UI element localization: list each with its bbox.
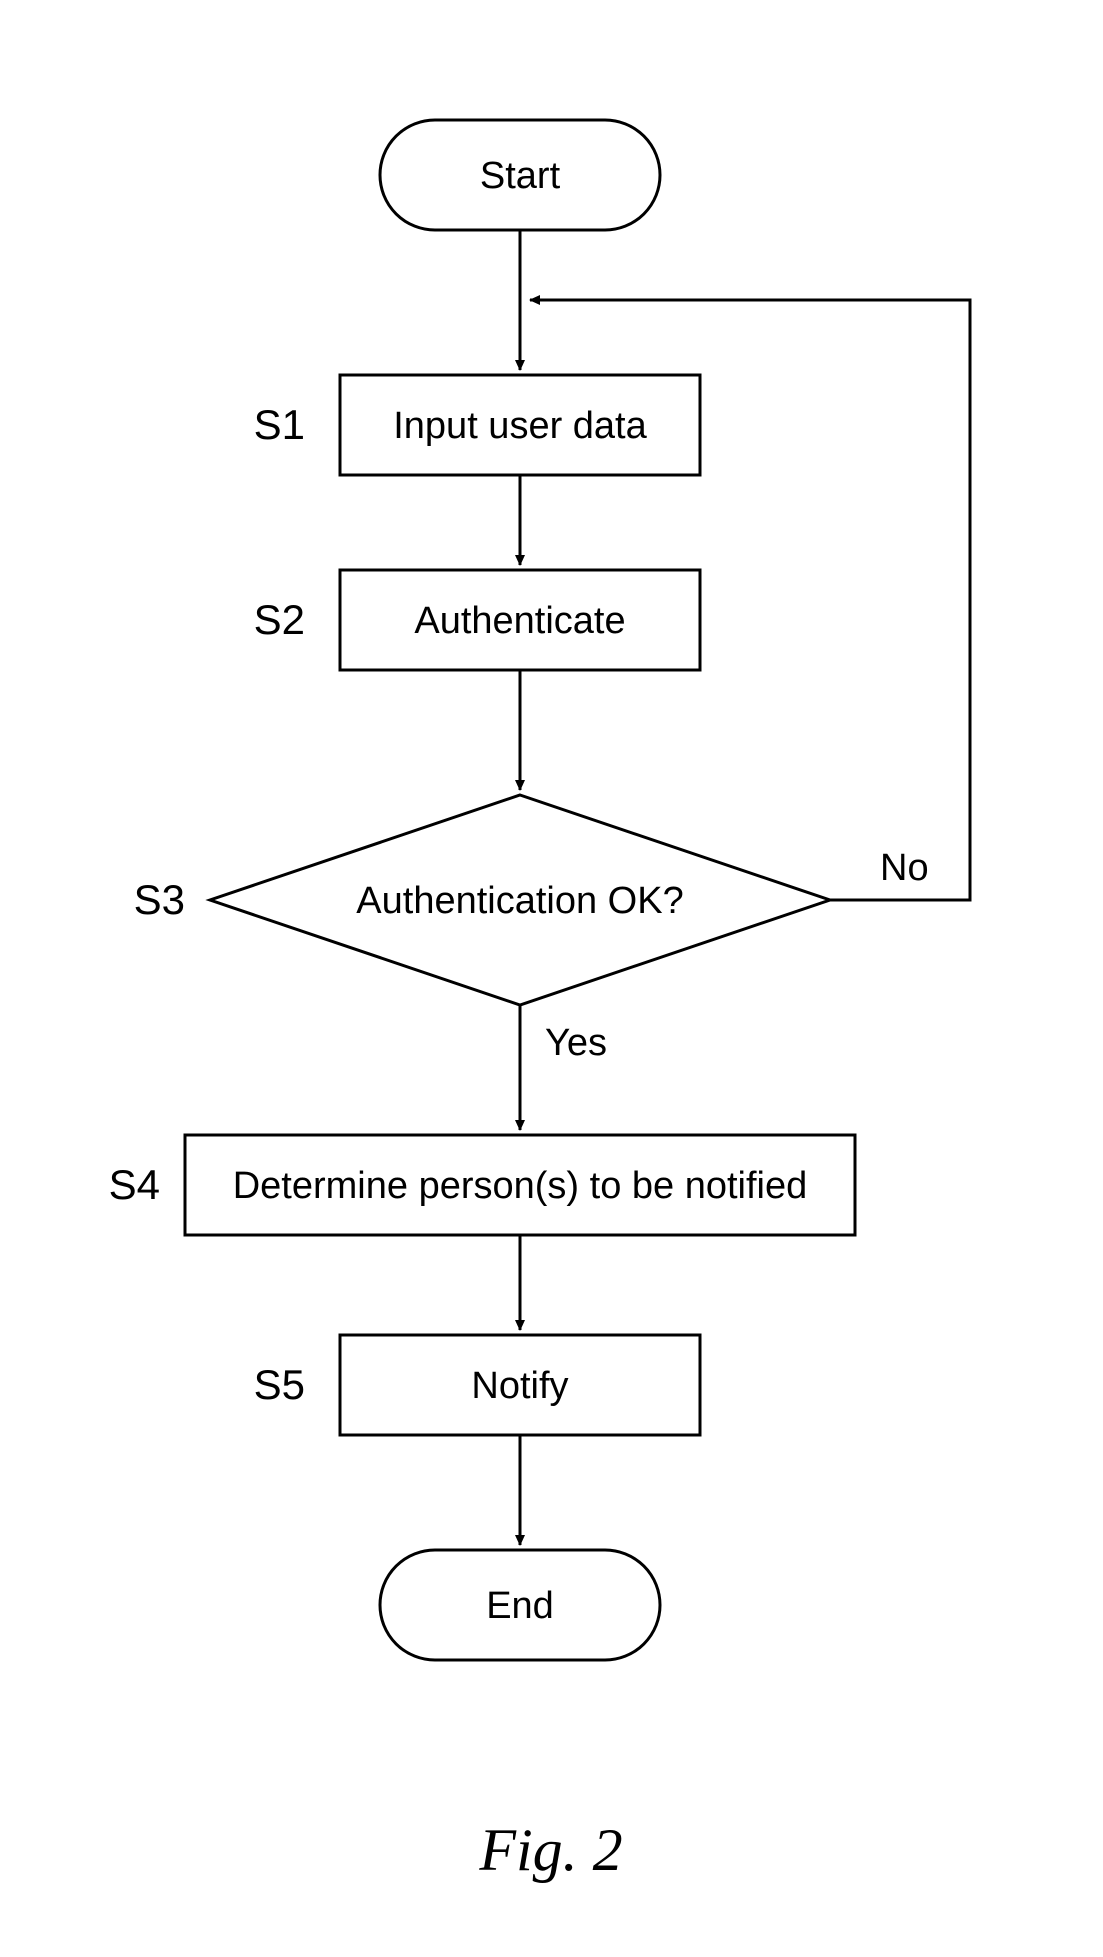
node-s4: Determine person(s) to be notified [185, 1135, 855, 1235]
node-start: Start [380, 120, 660, 230]
flowchart: Start Input user data S1 Authenticate S2… [0, 0, 1103, 1957]
s3-no-label: No [880, 847, 929, 889]
end-label: End [486, 1585, 554, 1627]
node-s2: Authenticate [340, 570, 700, 670]
node-s5: Notify [340, 1335, 700, 1435]
s4-step: S4 [109, 1161, 160, 1208]
node-s1: Input user data [340, 375, 700, 475]
s5-label: Notify [471, 1365, 568, 1407]
s3-step: S3 [134, 876, 185, 923]
s1-label: Input user data [393, 405, 647, 447]
node-end: End [380, 1550, 660, 1660]
s1-step: S1 [254, 401, 305, 448]
s5-step: S5 [254, 1361, 305, 1408]
s4-label: Determine person(s) to be notified [233, 1165, 808, 1207]
figure-caption: Fig. 2 [478, 1817, 622, 1883]
s2-label: Authenticate [414, 600, 625, 642]
s2-step: S2 [254, 596, 305, 643]
node-s3: Authentication OK? [210, 795, 830, 1005]
start-label: Start [480, 155, 561, 197]
s3-label: Authentication OK? [356, 880, 683, 922]
s3-yes-label: Yes [545, 1022, 607, 1064]
